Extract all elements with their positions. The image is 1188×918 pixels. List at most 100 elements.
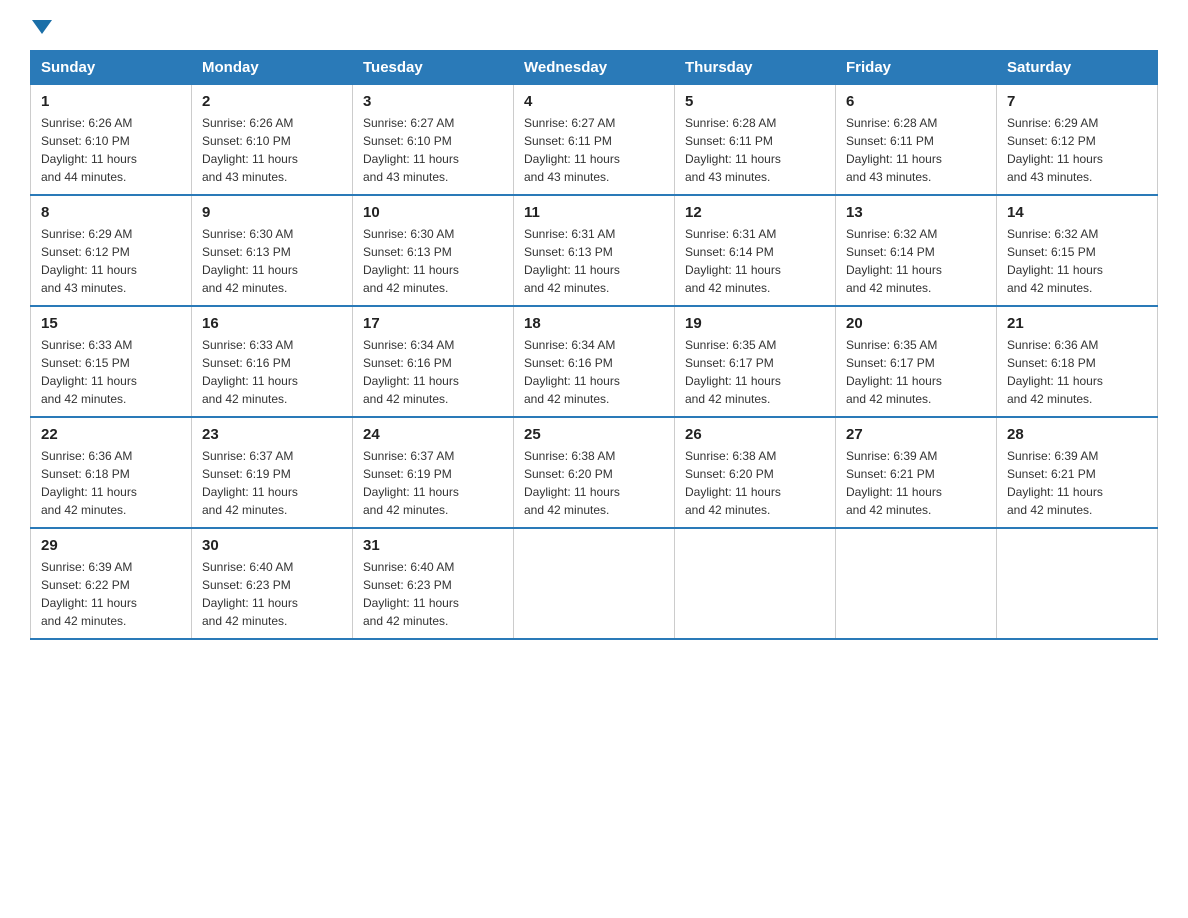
calendar-cell: 2 Sunrise: 6:26 AMSunset: 6:10 PMDaylight… [192, 85, 353, 196]
calendar-cell: 31 Sunrise: 6:40 AMSunset: 6:23 PMDayligh… [353, 528, 514, 639]
calendar-cell: 7 Sunrise: 6:29 AMSunset: 6:12 PMDaylight… [997, 85, 1158, 196]
day-number: 7 [1007, 93, 1147, 110]
day-number: 21 [1007, 315, 1147, 332]
calendar-cell: 16 Sunrise: 6:33 AMSunset: 6:16 PMDayligh… [192, 306, 353, 417]
day-number: 27 [846, 426, 986, 443]
day-info: Sunrise: 6:35 AMSunset: 6:17 PMDaylight:… [846, 336, 986, 408]
day-number: 10 [363, 204, 503, 221]
day-info: Sunrise: 6:28 AMSunset: 6:11 PMDaylight:… [846, 114, 986, 186]
day-info: Sunrise: 6:40 AMSunset: 6:23 PMDaylight:… [202, 558, 342, 630]
day-info: Sunrise: 6:33 AMSunset: 6:15 PMDaylight:… [41, 336, 181, 408]
day-info: Sunrise: 6:29 AMSunset: 6:12 PMDaylight:… [1007, 114, 1147, 186]
day-number: 29 [41, 537, 181, 554]
day-info: Sunrise: 6:27 AMSunset: 6:11 PMDaylight:… [524, 114, 664, 186]
day-number: 14 [1007, 204, 1147, 221]
day-number: 18 [524, 315, 664, 332]
weekday-header-saturday: Saturday [997, 51, 1158, 85]
week-row-4: 22 Sunrise: 6:36 AMSunset: 6:18 PMDayligh… [31, 417, 1158, 528]
day-info: Sunrise: 6:40 AMSunset: 6:23 PMDaylight:… [363, 558, 503, 630]
weekday-header-sunday: Sunday [31, 51, 192, 85]
day-number: 20 [846, 315, 986, 332]
day-info: Sunrise: 6:39 AMSunset: 6:21 PMDaylight:… [1007, 447, 1147, 519]
weekday-header-wednesday: Wednesday [514, 51, 675, 85]
day-info: Sunrise: 6:28 AMSunset: 6:11 PMDaylight:… [685, 114, 825, 186]
calendar-cell: 11 Sunrise: 6:31 AMSunset: 6:13 PMDayligh… [514, 195, 675, 306]
day-info: Sunrise: 6:30 AMSunset: 6:13 PMDaylight:… [202, 225, 342, 297]
calendar-cell: 27 Sunrise: 6:39 AMSunset: 6:21 PMDayligh… [836, 417, 997, 528]
day-info: Sunrise: 6:38 AMSunset: 6:20 PMDaylight:… [524, 447, 664, 519]
day-info: Sunrise: 6:32 AMSunset: 6:15 PMDaylight:… [1007, 225, 1147, 297]
calendar-cell: 28 Sunrise: 6:39 AMSunset: 6:21 PMDayligh… [997, 417, 1158, 528]
day-info: Sunrise: 6:33 AMSunset: 6:16 PMDaylight:… [202, 336, 342, 408]
calendar-cell: 12 Sunrise: 6:31 AMSunset: 6:14 PMDayligh… [675, 195, 836, 306]
calendar-cell: 13 Sunrise: 6:32 AMSunset: 6:14 PMDayligh… [836, 195, 997, 306]
page-header [30, 20, 1158, 30]
calendar-cell: 6 Sunrise: 6:28 AMSunset: 6:11 PMDaylight… [836, 85, 997, 196]
day-number: 2 [202, 93, 342, 110]
calendar-cell: 3 Sunrise: 6:27 AMSunset: 6:10 PMDaylight… [353, 85, 514, 196]
day-info: Sunrise: 6:32 AMSunset: 6:14 PMDaylight:… [846, 225, 986, 297]
day-info: Sunrise: 6:31 AMSunset: 6:13 PMDaylight:… [524, 225, 664, 297]
day-number: 6 [846, 93, 986, 110]
day-number: 11 [524, 204, 664, 221]
day-number: 9 [202, 204, 342, 221]
day-number: 5 [685, 93, 825, 110]
day-info: Sunrise: 6:26 AMSunset: 6:10 PMDaylight:… [202, 114, 342, 186]
day-info: Sunrise: 6:34 AMSunset: 6:16 PMDaylight:… [524, 336, 664, 408]
day-number: 17 [363, 315, 503, 332]
calendar-body: 1 Sunrise: 6:26 AMSunset: 6:10 PMDaylight… [31, 85, 1158, 640]
calendar-cell: 19Sunrise: 6:35 AMSunset: 6:17 PMDayligh… [675, 306, 836, 417]
calendar-cell: 29 Sunrise: 6:39 AMSunset: 6:22 PMDayligh… [31, 528, 192, 639]
calendar-cell: 25Sunrise: 6:38 AMSunset: 6:20 PMDayligh… [514, 417, 675, 528]
logo-arrow-icon [32, 20, 52, 34]
calendar-cell: 15 Sunrise: 6:33 AMSunset: 6:15 PMDayligh… [31, 306, 192, 417]
day-number: 1 [41, 93, 181, 110]
calendar-cell: 23 Sunrise: 6:37 AMSunset: 6:19 PMDayligh… [192, 417, 353, 528]
weekday-header-monday: Monday [192, 51, 353, 85]
day-info: Sunrise: 6:31 AMSunset: 6:14 PMDaylight:… [685, 225, 825, 297]
calendar-cell: 10 Sunrise: 6:30 AMSunset: 6:13 PMDayligh… [353, 195, 514, 306]
day-number: 16 [202, 315, 342, 332]
calendar-cell: 4Sunrise: 6:27 AMSunset: 6:11 PMDaylight… [514, 85, 675, 196]
day-info: Sunrise: 6:37 AMSunset: 6:19 PMDaylight:… [202, 447, 342, 519]
calendar-cell: 17 Sunrise: 6:34 AMSunset: 6:16 PMDayligh… [353, 306, 514, 417]
day-number: 12 [685, 204, 825, 221]
day-number: 22 [41, 426, 181, 443]
calendar-cell: 21 Sunrise: 6:36 AMSunset: 6:18 PMDayligh… [997, 306, 1158, 417]
calendar-cell: 18 Sunrise: 6:34 AMSunset: 6:16 PMDayligh… [514, 306, 675, 417]
calendar-cell [675, 528, 836, 639]
calendar-cell: 20 Sunrise: 6:35 AMSunset: 6:17 PMDayligh… [836, 306, 997, 417]
week-row-2: 8Sunrise: 6:29 AMSunset: 6:12 PMDaylight… [31, 195, 1158, 306]
day-number: 23 [202, 426, 342, 443]
day-info: Sunrise: 6:37 AMSunset: 6:19 PMDaylight:… [363, 447, 503, 519]
calendar-cell: 30Sunrise: 6:40 AMSunset: 6:23 PMDayligh… [192, 528, 353, 639]
week-row-1: 1 Sunrise: 6:26 AMSunset: 6:10 PMDaylight… [31, 85, 1158, 196]
day-info: Sunrise: 6:27 AMSunset: 6:10 PMDaylight:… [363, 114, 503, 186]
calendar-cell [997, 528, 1158, 639]
day-number: 13 [846, 204, 986, 221]
day-info: Sunrise: 6:29 AMSunset: 6:12 PMDaylight:… [41, 225, 181, 297]
calendar-cell: 9 Sunrise: 6:30 AMSunset: 6:13 PMDaylight… [192, 195, 353, 306]
week-row-3: 15 Sunrise: 6:33 AMSunset: 6:15 PMDayligh… [31, 306, 1158, 417]
day-info: Sunrise: 6:35 AMSunset: 6:17 PMDaylight:… [685, 336, 825, 408]
weekday-header-thursday: Thursday [675, 51, 836, 85]
day-info: Sunrise: 6:39 AMSunset: 6:21 PMDaylight:… [846, 447, 986, 519]
day-info: Sunrise: 6:34 AMSunset: 6:16 PMDaylight:… [363, 336, 503, 408]
calendar-cell: 26Sunrise: 6:38 AMSunset: 6:20 PMDayligh… [675, 417, 836, 528]
day-info: Sunrise: 6:30 AMSunset: 6:13 PMDaylight:… [363, 225, 503, 297]
week-row-5: 29 Sunrise: 6:39 AMSunset: 6:22 PMDayligh… [31, 528, 1158, 639]
day-number: 31 [363, 537, 503, 554]
calendar-cell: 8Sunrise: 6:29 AMSunset: 6:12 PMDaylight… [31, 195, 192, 306]
logo [30, 20, 54, 30]
calendar-cell: 22 Sunrise: 6:36 AMSunset: 6:18 PMDayligh… [31, 417, 192, 528]
calendar-cell: 24 Sunrise: 6:37 AMSunset: 6:19 PMDayligh… [353, 417, 514, 528]
day-info: Sunrise: 6:39 AMSunset: 6:22 PMDaylight:… [41, 558, 181, 630]
day-info: Sunrise: 6:36 AMSunset: 6:18 PMDaylight:… [41, 447, 181, 519]
day-number: 15 [41, 315, 181, 332]
day-info: Sunrise: 6:36 AMSunset: 6:18 PMDaylight:… [1007, 336, 1147, 408]
day-number: 24 [363, 426, 503, 443]
day-number: 28 [1007, 426, 1147, 443]
day-number: 3 [363, 93, 503, 110]
calendar-cell [514, 528, 675, 639]
day-info: Sunrise: 6:38 AMSunset: 6:20 PMDaylight:… [685, 447, 825, 519]
